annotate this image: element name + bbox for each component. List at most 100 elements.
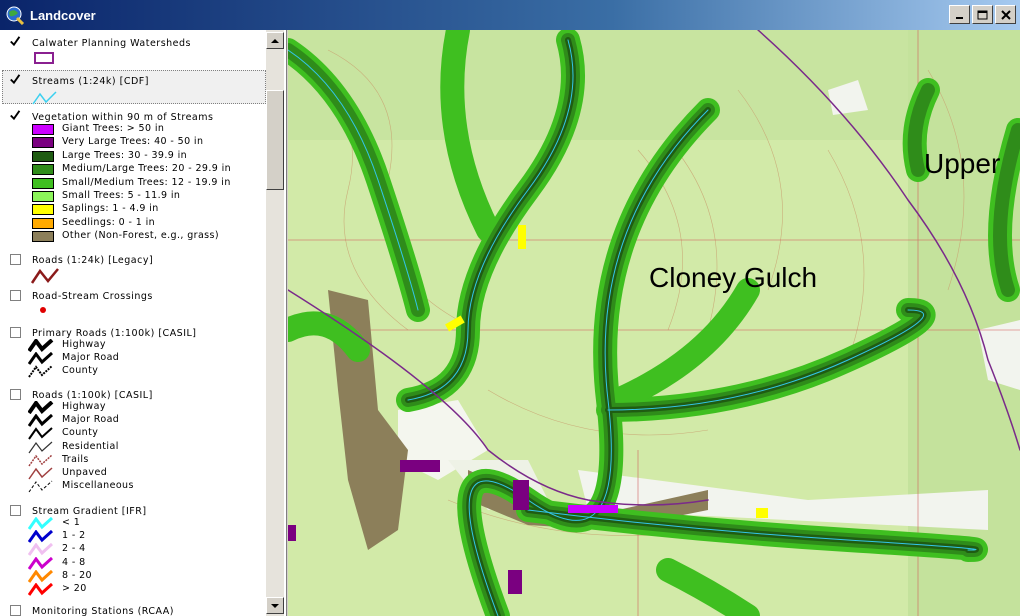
legend-label: Medium/Large Trees: 20 - 29.9 in [62,163,232,175]
map-label-upper: Upper [924,148,1001,179]
layer-name: Monitoring Stations (RCAA) [32,606,175,616]
legend-label: < 1 [62,517,81,528]
legend-label: Miscellaneous [62,480,134,492]
legend-label: 8 - 20 [62,569,93,581]
legend-label: Highway [62,339,106,350]
layer-checkbox[interactable] [10,327,21,338]
layer-name: Calwater Planning Watersheds [32,38,192,49]
polygon-swatch [34,52,54,64]
road-line-icon [30,268,59,284]
maximize-icon [977,10,988,19]
point-marker-icon [40,307,46,313]
road-legend-item: Miscellaneous [28,480,232,493]
road-legend-item: County [28,427,232,440]
road-line-icon [28,467,53,480]
road-legend-item: Residential [28,440,232,454]
road-legend-item: Unpaved [28,467,232,480]
legend-label: 2 - 4 [62,543,86,555]
color-swatch [32,217,54,229]
road-line-icon [28,454,53,467]
road-line-icon [28,401,54,414]
minimize-icon [955,16,963,19]
color-swatch [32,204,54,216]
color-swatch [32,164,54,176]
color-swatch [32,137,54,149]
legend-label: 1 - 2 [62,530,86,542]
road-line-icon [28,427,53,440]
scroll-down-button[interactable] [266,597,284,614]
gradient-line-icon [28,530,54,544]
road-legend-item: County [28,365,232,378]
legend-label: Other (Non-Forest, e.g., grass) [62,230,219,242]
layer-name: Streams (1:24k) [CDF] [32,76,149,87]
toc-scrollbar[interactable] [266,30,284,616]
legend-label: > 20 [62,583,87,594]
road-line-icon [28,441,53,453]
layer-name: Vegetation within 90 m of Streams [32,112,214,123]
legend-label: Small/Medium Trees: 12 - 19.9 in [62,176,231,188]
table-of-contents: Calwater Planning Watersheds Streams (1:… [0,30,287,616]
color-swatch [32,231,54,243]
map-view[interactable]: Cloney Gulch Upper [288,30,1020,616]
layer-name: Road-Stream Crossings [32,291,153,302]
layer-name: Stream Gradient [IFR] [32,506,147,517]
checkmark-icon[interactable] [10,74,21,85]
road-line-icon [28,414,54,428]
arrow-up-icon [271,38,279,43]
road-line-icon [28,365,53,378]
close-button[interactable] [995,5,1016,24]
color-swatch [32,150,54,162]
minimize-button[interactable] [949,5,970,24]
legend-label: Seedlings: 0 - 1 in [62,216,156,228]
legend-label: Small Trees: 5 - 11.9 in [62,190,181,201]
color-swatch [32,124,54,135]
road-legend-item: Highway [28,401,232,414]
legend-label: Unpaved [62,467,108,478]
legend-label: Major Road [62,414,120,426]
checkmark-icon[interactable] [10,110,21,121]
legend-label: Highway [62,401,106,412]
scroll-thumb[interactable] [266,90,284,190]
legend-label: 4 - 8 [62,556,86,568]
layer-name: Roads (1:100k) [CASIL] [32,390,153,401]
legend-label: Saplings: 1 - 4.9 in [62,203,159,215]
road-legend-item: Trails [28,453,232,467]
road-legend-item: Major Road [28,414,232,428]
globe-icon [4,4,26,26]
maximize-button[interactable] [972,5,993,24]
gradient-line-icon [28,569,54,583]
color-swatch [32,177,54,189]
layer-name: Primary Roads (1:100k) [CASIL] [32,328,197,339]
checkmark-icon[interactable] [10,36,21,47]
close-icon [1000,9,1011,20]
gradient-line-icon [28,517,54,530]
legend-label: Trails [62,453,89,465]
legend-label: County [62,365,99,376]
gradient-line-icon [28,556,54,570]
gradient-line-icon [28,583,54,596]
map-label-cloney-gulch: Cloney Gulch [649,262,818,293]
layer-checkbox[interactable] [10,290,21,301]
legend-label: Major Road [62,352,120,363]
window-title: Landcover [30,7,96,23]
legend-label: County [62,427,99,439]
road-legend-item: Highway [28,339,232,352]
stream-line-icon [32,91,57,105]
gradient-line-icon [28,543,54,557]
color-swatch [32,191,54,202]
layer-checkbox[interactable] [10,254,21,265]
layer-name: Roads (1:24k) [Legacy] [32,255,154,266]
layer-checkbox[interactable] [10,505,21,516]
layer-checkbox[interactable] [10,605,21,616]
legend-label: Very Large Trees: 40 - 50 in [62,136,204,148]
legend-label: Residential [62,440,119,452]
map-canvas[interactable] [288,30,1020,616]
layer-checkbox[interactable] [10,389,21,400]
arrow-down-icon [271,603,279,608]
legend-label: Giant Trees: > 50 in [62,123,165,134]
road-line-icon [28,480,53,493]
road-line-icon [28,352,54,365]
scroll-up-button[interactable] [266,32,284,49]
road-legend-item: Major Road [28,352,232,365]
legend-label: Large Trees: 30 - 39.9 in [62,149,188,161]
